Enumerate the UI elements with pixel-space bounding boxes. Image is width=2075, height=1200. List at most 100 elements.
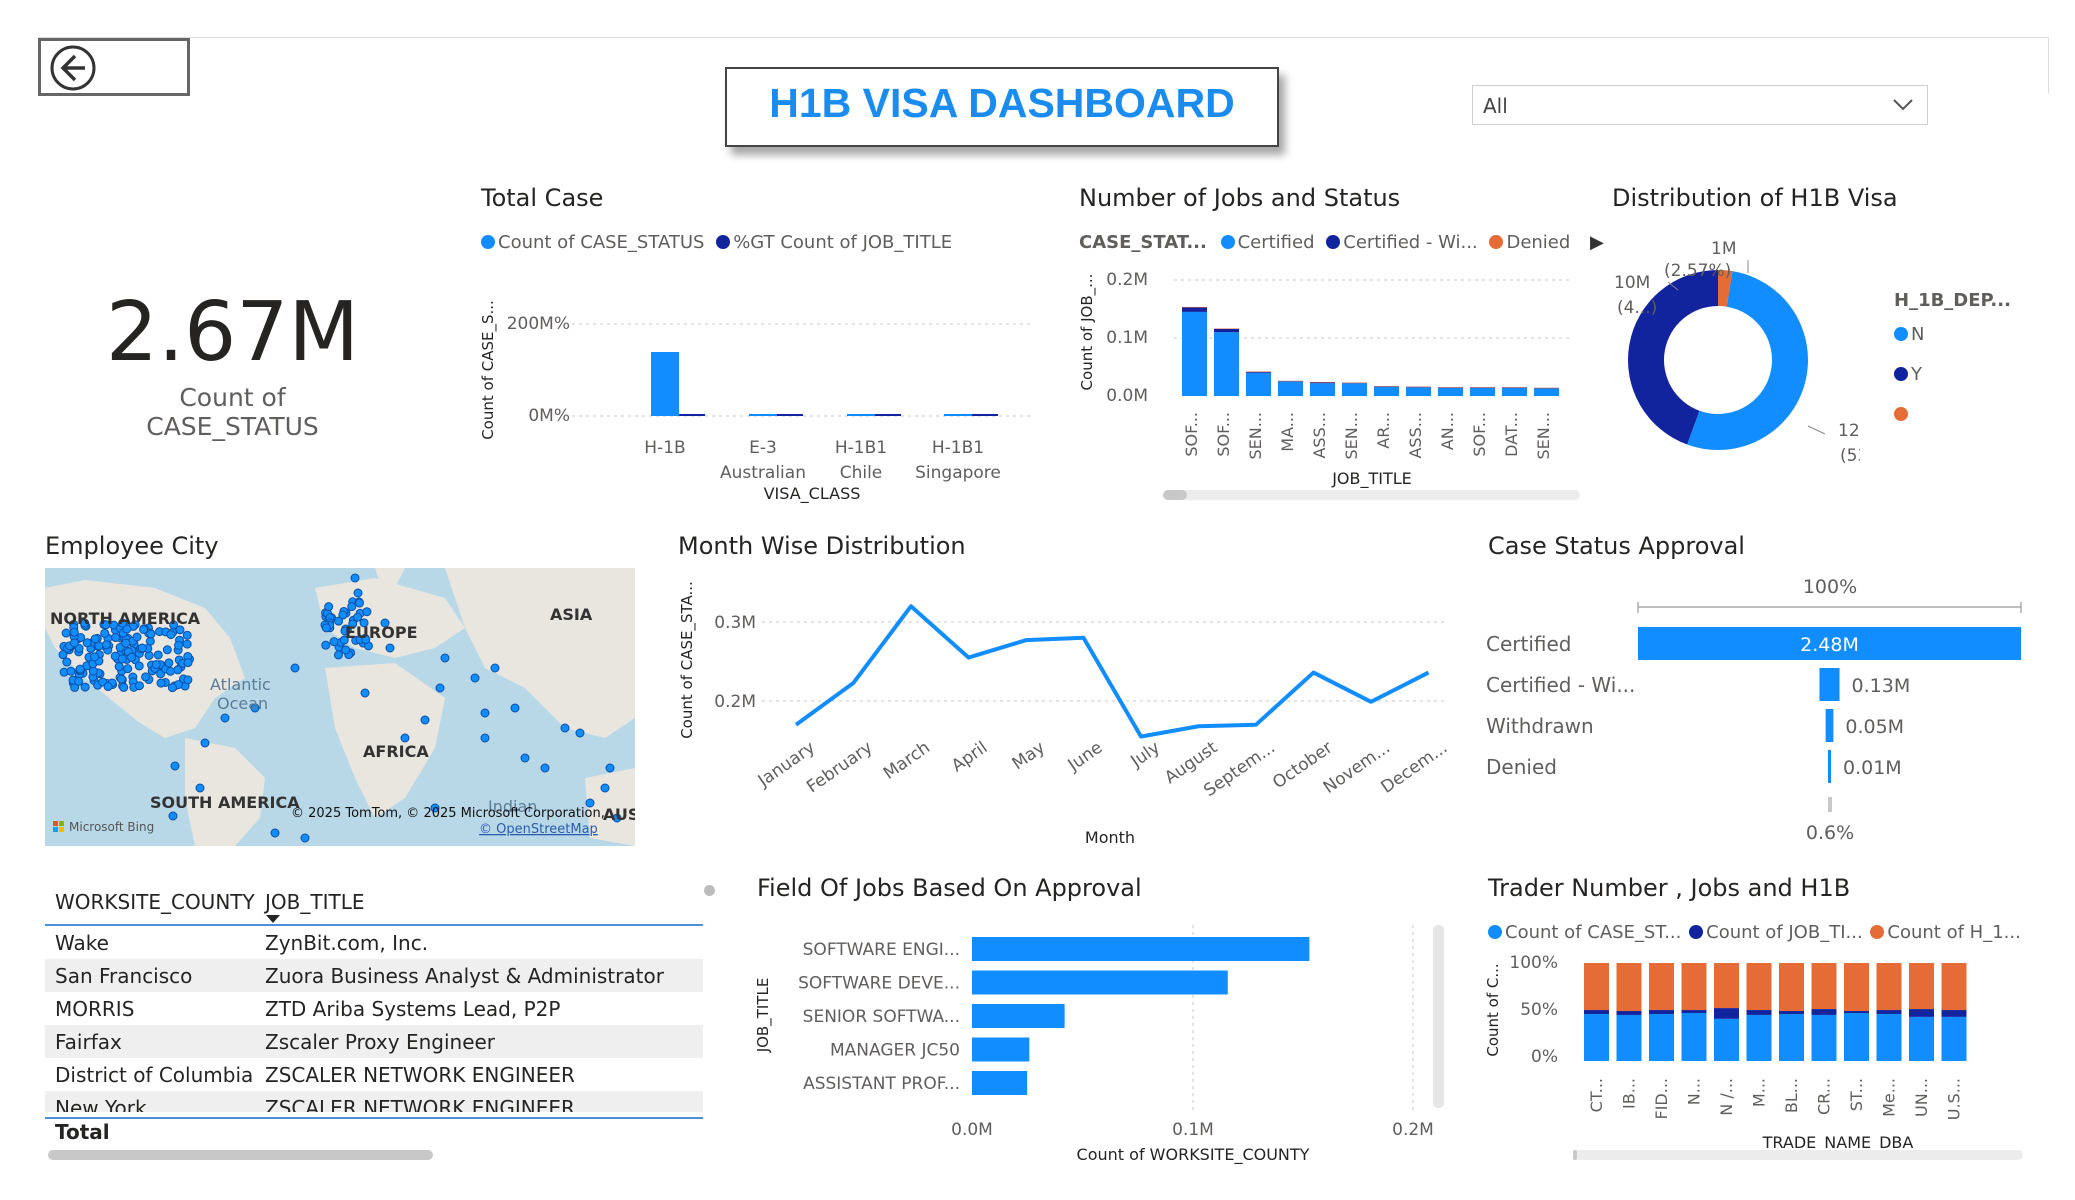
data-label: 10M [1614,273,1650,293]
legend-item[interactable]: N [1894,324,1924,345]
x-tick: E-3 [749,438,777,458]
legend-item[interactable]: Certified - Wi... [1326,232,1478,253]
bar-segment [1182,311,1207,396]
table-cell: Wake [55,931,109,955]
series-line [794,604,1430,739]
legend-label: Certified [1237,232,1315,253]
city-dot [183,658,193,668]
x-tick: N /... [1717,1078,1736,1116]
employee-city-map[interactable]: NORTH AMERICA EUROPE ASIA Atlantic Ocean… [45,568,635,846]
x-tick: Australian [720,463,806,483]
city-dot [362,607,372,617]
city-dot [69,638,79,648]
legend-item[interactable]: Count of CASE_STATUS [481,232,704,253]
bar-segment [1681,963,1707,1011]
bar-segment [1616,1014,1642,1061]
table-row[interactable]: New York ZSCALER NETWORK ENGINEER [45,1091,703,1112]
y-tick: SENIOR SOFTWA... [803,1007,960,1027]
city-dot [220,713,230,723]
map-label: SOUTH AMERICA [150,793,300,812]
y-tick: 0.2M [714,692,756,712]
field-jobs-scrollbar[interactable] [1433,925,1444,1108]
kpi-card: 2.67M Count of CASE_STATUS [100,283,365,441]
legend-item[interactable]: Y [1894,364,1922,385]
legend-item[interactable]: %GT Count of JOB_TITLE [716,232,952,253]
back-button[interactable] [38,38,190,96]
legend-item[interactable]: Denied [1489,232,1570,253]
x-tick: ST... [1847,1078,1866,1111]
legend-label: Y [1911,364,1922,385]
table-cell: District of Columbia [55,1063,254,1087]
city-dot [103,682,113,692]
city-dot [200,738,210,748]
bar-segment [1278,381,1303,396]
funnel-range-line [1637,602,2022,613]
jobs-status-scroll-track[interactable] [1163,490,1580,500]
city-dot [560,723,570,733]
map-label: ASIA [550,605,593,624]
trader-scroll-thumb[interactable] [1573,1150,1577,1160]
x-axis-label: JOB_TITLE [1331,469,1412,489]
openstreetmap-link[interactable]: © OpenStreetMap [479,822,598,837]
bar-case-count [944,414,972,416]
x-tick: CT... [1587,1078,1606,1112]
legend-label: Count of JOB_TI... [1706,922,1863,943]
kpi-value: 2.67M [105,285,360,380]
column-header-worksite-county[interactable]: WORKSITE_COUNTY [55,890,255,914]
table-row[interactable]: MORRIS ZTD Ariba Systems Lead, P2P [45,992,703,1025]
x-tick: SEN... [1342,412,1361,460]
city-dot [420,715,430,725]
bar-case-count [847,414,875,416]
y-tick: 0.2M [1106,270,1148,290]
bar-segment [1909,1009,1934,1017]
bar-segment [1844,1011,1869,1013]
city-dot [440,653,450,663]
x-axis-label: VISA_CLASS [764,484,861,504]
total-case-chart: Count of CASE_S... 200M% 0M% H-1B E-3 Au… [479,300,1030,504]
x-tick: ASS... [1310,412,1329,459]
city-dot [100,628,110,638]
city-dot [353,588,363,598]
city-dot [111,633,121,643]
table-row[interactable]: San Francisco Zuora Business Analyst & Ad… [45,959,703,992]
bar-segment [1811,963,1837,1010]
x-tick: Chile [840,463,883,483]
legend-item[interactable]: Count of CASE_ST... [1488,922,1681,943]
bar-segment [1941,1010,1967,1017]
bing-logo-icon [53,827,58,832]
funnel-top-label: 100% [1803,576,1857,598]
column-header-job-title[interactable]: JOB_TITLE [265,890,364,914]
bar-segment [1746,1010,1772,1015]
bar-segment [1310,383,1335,396]
city-dot [123,664,133,674]
city-dot [360,688,370,698]
legend-item[interactable]: Count of JOB_TI... [1689,922,1863,943]
table-scroll-thumb[interactable] [48,1150,433,1160]
bar-segment [1182,307,1207,312]
bar-segment [1278,380,1303,382]
table-row[interactable]: Wake ZynBit.com, Inc. [45,926,703,959]
table-cell: MORRIS [55,997,135,1021]
city-dot [270,828,280,838]
filter-dropdown[interactable]: All [1472,85,1928,125]
legend-item[interactable] [1894,404,1911,425]
north-america-land [45,580,245,738]
legend-item[interactable]: Certified [1220,232,1315,253]
table-row[interactable]: Fairfax Zscaler Proxy Engineer [45,1025,703,1058]
city-dot [151,660,161,670]
legend-item[interactable]: Count of H_1... [1870,922,2021,943]
x-tick: DAT... [1502,412,1521,457]
bar-segment [1714,963,1739,1009]
bar-segment [1584,1013,1609,1061]
bar-segment [1214,332,1239,396]
table-row[interactable]: District of Columbia ZSCALER NETWORK ENGI… [45,1058,703,1091]
city-dot [117,654,127,664]
bar-segment [1616,963,1642,1012]
jobs-status-scroll-thumb[interactable] [1163,490,1187,500]
sort-descending-icon[interactable] [266,915,280,924]
map-label: NORTH AMERICA [50,609,201,628]
south-america-land [185,738,265,846]
bar-segment [1876,1010,1902,1014]
visual-handle-dot[interactable] [704,885,715,896]
trader-scroll-track[interactable] [1573,1150,2023,1160]
